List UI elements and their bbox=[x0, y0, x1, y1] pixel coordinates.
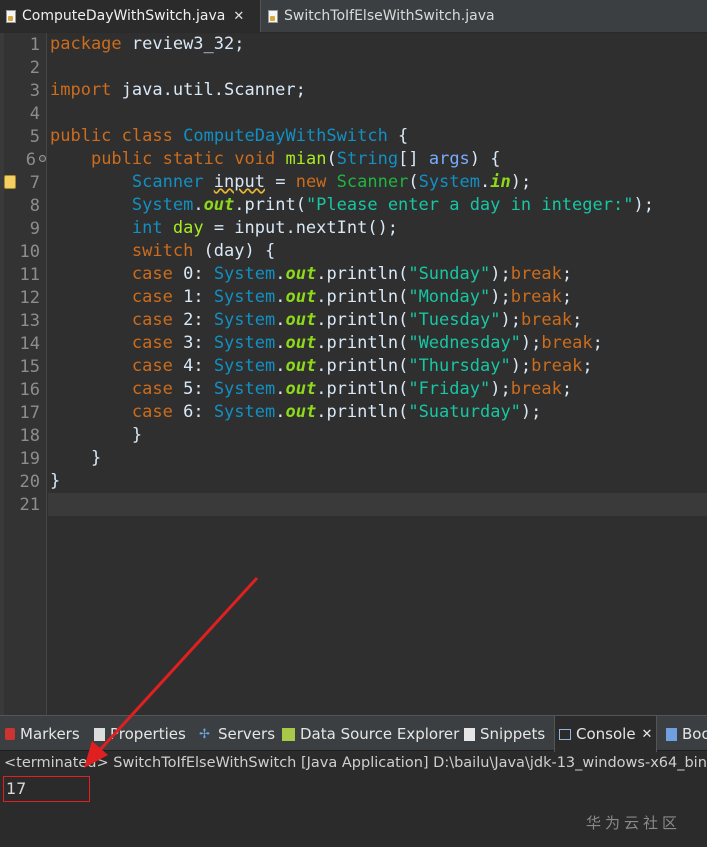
annotation-arrow bbox=[84, 576, 259, 768]
arrow-shaft bbox=[96, 576, 259, 754]
